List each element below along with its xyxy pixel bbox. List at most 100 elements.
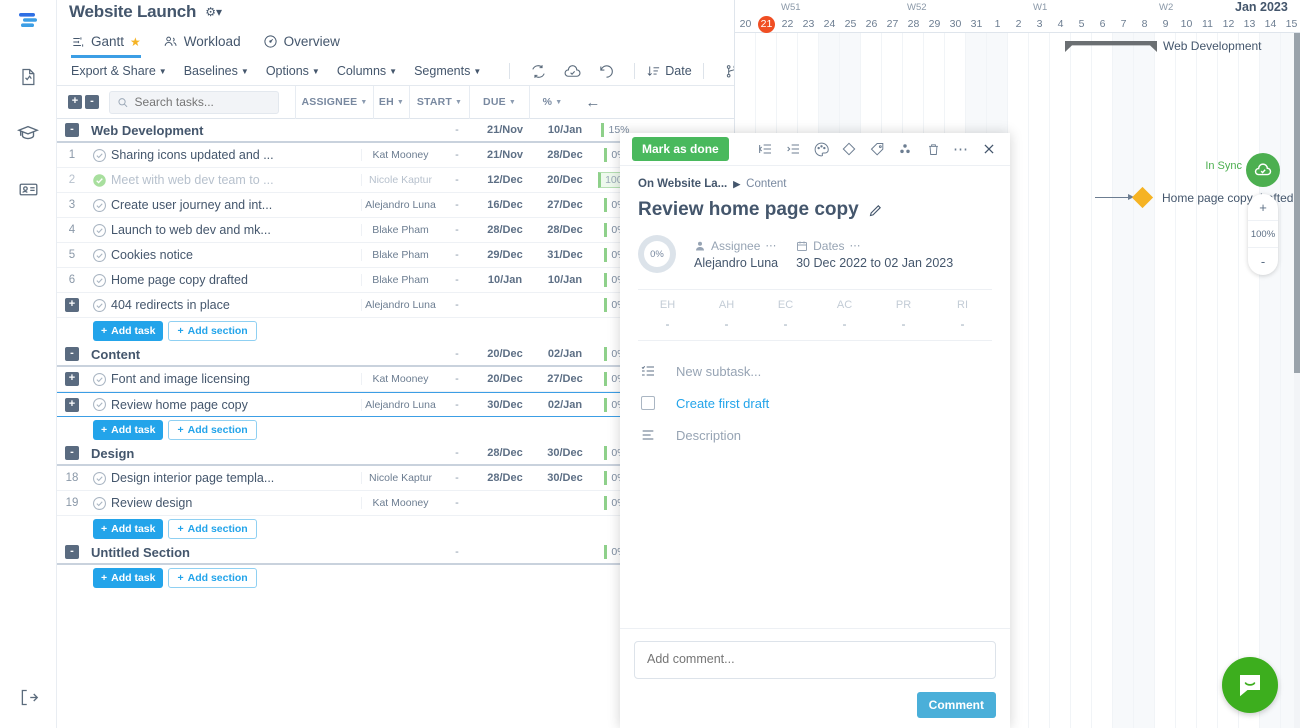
section-row[interactable]: -Web Development-21/Nov10/Jan15%	[57, 119, 677, 143]
chat-widget[interactable]	[1222, 657, 1278, 713]
task-complete-toggle[interactable]	[87, 372, 111, 387]
collapse-panel-button[interactable]: ←	[575, 86, 611, 119]
contact-card-icon[interactable]	[9, 170, 47, 208]
more-icon[interactable]: ⋯	[765, 239, 777, 252]
task-due-date[interactable]: 27/Dec	[535, 199, 595, 211]
task-name[interactable]: Meet with web dev team to ...	[111, 173, 361, 187]
project-settings-gear-icon[interactable]: ⚙▾	[205, 5, 222, 19]
task-name[interactable]: Review home page copy	[111, 398, 361, 412]
task-due-date[interactable]: 31/Dec	[535, 249, 595, 261]
table-row[interactable]: +Font and image licensingKat Mooney-20/D…	[57, 367, 677, 392]
add-task-button[interactable]: +Add task	[93, 519, 163, 539]
task-due-date[interactable]: 10/Jan	[535, 274, 595, 286]
task-expand-button[interactable]: +	[65, 372, 79, 386]
add-section-button[interactable]: +Add section	[168, 568, 256, 588]
search-input[interactable]	[135, 95, 271, 109]
task-start-date[interactable]: 16/Dec	[475, 199, 535, 211]
column-header-start[interactable]: START▼	[409, 86, 469, 119]
table-row[interactable]: 4Launch to web dev and mk...Blake Pham-2…	[57, 218, 677, 243]
section-collapse-button[interactable]: -	[57, 446, 87, 460]
task-complete-toggle[interactable]	[87, 173, 111, 188]
dependency-icon[interactable]	[892, 137, 918, 161]
task-complete-icon[interactable]	[92, 223, 107, 238]
progress-donut[interactable]: 0%	[638, 235, 676, 273]
column-header-eh[interactable]: EH▼	[373, 86, 409, 119]
task-complete-icon[interactable]	[92, 248, 107, 263]
task-eh[interactable]: -	[439, 224, 475, 236]
task-name[interactable]: 404 redirects in place	[111, 298, 361, 312]
subtask-checkbox[interactable]	[638, 396, 658, 410]
task-name[interactable]: Home page copy drafted	[111, 273, 361, 287]
graduation-cap-icon[interactable]	[9, 114, 47, 152]
task-expand-button[interactable]: +	[65, 398, 79, 412]
task-complete-toggle[interactable]	[87, 273, 111, 288]
section-collapse-button[interactable]: -	[57, 347, 87, 361]
subtask-label[interactable]: Create first draft	[676, 396, 769, 411]
task-eh[interactable]: -	[439, 174, 475, 186]
tab-workload[interactable]: Workload	[163, 34, 241, 58]
add-section-button[interactable]: +Add section	[168, 321, 256, 341]
task-complete-icon[interactable]	[92, 298, 107, 313]
task-assignee[interactable]: Alejandro Luna	[361, 399, 439, 411]
task-complete-icon[interactable]	[92, 198, 107, 213]
tab-gantt[interactable]: Gantt ★	[71, 34, 141, 58]
task-assignee[interactable]: Nicole Kaptur	[361, 174, 439, 186]
app-logo-icon[interactable]	[9, 2, 47, 40]
dates-field[interactable]: Dates ⋯ 30 Dec 2022 to 02 Jan 2023	[796, 239, 953, 270]
task-start-date[interactable]: 28/Dec	[475, 472, 535, 484]
task-start-date[interactable]: 10/Jan	[475, 274, 535, 286]
add-section-button[interactable]: +Add section	[168, 420, 256, 440]
undo-icon[interactable]	[593, 60, 619, 82]
table-row[interactable]: 3Create user journey and int...Alejandro…	[57, 193, 677, 218]
collapse-all-button[interactable]: -	[85, 95, 99, 109]
column-header-percent[interactable]: %▼	[529, 86, 575, 119]
task-eh[interactable]: -	[439, 249, 475, 261]
task-due-date[interactable]: 27/Dec	[535, 373, 595, 385]
tag-icon[interactable]	[864, 137, 890, 161]
menu-baselines[interactable]: Baselines▼	[184, 64, 259, 78]
comment-button[interactable]: Comment	[917, 692, 996, 718]
task-complete-icon[interactable]	[92, 397, 107, 412]
add-section-button[interactable]: +Add section	[168, 519, 256, 539]
section-row[interactable]: -Content-20/Dec02/Jan0%	[57, 343, 677, 367]
task-eh[interactable]: -	[439, 497, 475, 509]
task-assignee[interactable]: Kat Mooney	[361, 149, 439, 161]
zoom-in-button[interactable]: +	[1248, 194, 1278, 221]
table-row[interactable]: +404 redirects in placeAlejandro Luna-0%	[57, 293, 677, 318]
more-icon[interactable]: ⋯	[849, 239, 861, 252]
section-collapse-button[interactable]: -	[57, 123, 87, 137]
task-complete-toggle[interactable]	[87, 148, 111, 163]
task-eh[interactable]: -	[439, 399, 475, 411]
task-due-date[interactable]: 28/Dec	[535, 149, 595, 161]
description-row[interactable]: Description	[638, 419, 992, 451]
outdent-icon[interactable]	[752, 137, 778, 161]
document-icon[interactable]	[9, 58, 47, 96]
sync-icon[interactable]	[525, 60, 551, 82]
task-complete-icon[interactable]	[92, 173, 107, 188]
task-assignee[interactable]: Blake Pham	[361, 249, 439, 261]
task-complete-toggle[interactable]	[87, 298, 111, 313]
sort-by-date-button[interactable]: Date	[646, 64, 691, 79]
task-due-date[interactable]: 02/Jan	[535, 399, 595, 411]
task-complete-toggle[interactable]	[87, 496, 111, 511]
assignee-field[interactable]: Assignee ⋯ Alejandro Luna	[694, 239, 778, 270]
menu-columns[interactable]: Columns▼	[337, 64, 407, 78]
task-eh[interactable]: -	[439, 149, 475, 161]
task-start-date[interactable]: 28/Dec	[475, 224, 535, 236]
task-assignee[interactable]: Kat Mooney	[361, 373, 439, 385]
tab-overview[interactable]: Overview	[263, 34, 340, 58]
section-row[interactable]: -Untitled Section-0%	[57, 541, 677, 565]
task-complete-toggle[interactable]	[87, 198, 111, 213]
breadcrumb-project[interactable]: On Website La...	[638, 178, 727, 190]
expand-all-button[interactable]: +	[68, 95, 82, 109]
zoom-level-label[interactable]: 100%	[1248, 221, 1278, 248]
more-icon[interactable]: ⋯	[948, 137, 974, 161]
scrollbar-thumb[interactable]	[1294, 33, 1300, 373]
search-box[interactable]	[109, 91, 279, 114]
mark-as-done-button[interactable]: Mark as done	[632, 137, 729, 161]
task-name[interactable]: Cookies notice	[111, 248, 361, 262]
task-name[interactable]: Sharing icons updated and ...	[111, 148, 361, 162]
task-start-date[interactable]: 20/Dec	[475, 373, 535, 385]
task-complete-icon[interactable]	[92, 148, 107, 163]
milestone-icon[interactable]	[836, 137, 862, 161]
